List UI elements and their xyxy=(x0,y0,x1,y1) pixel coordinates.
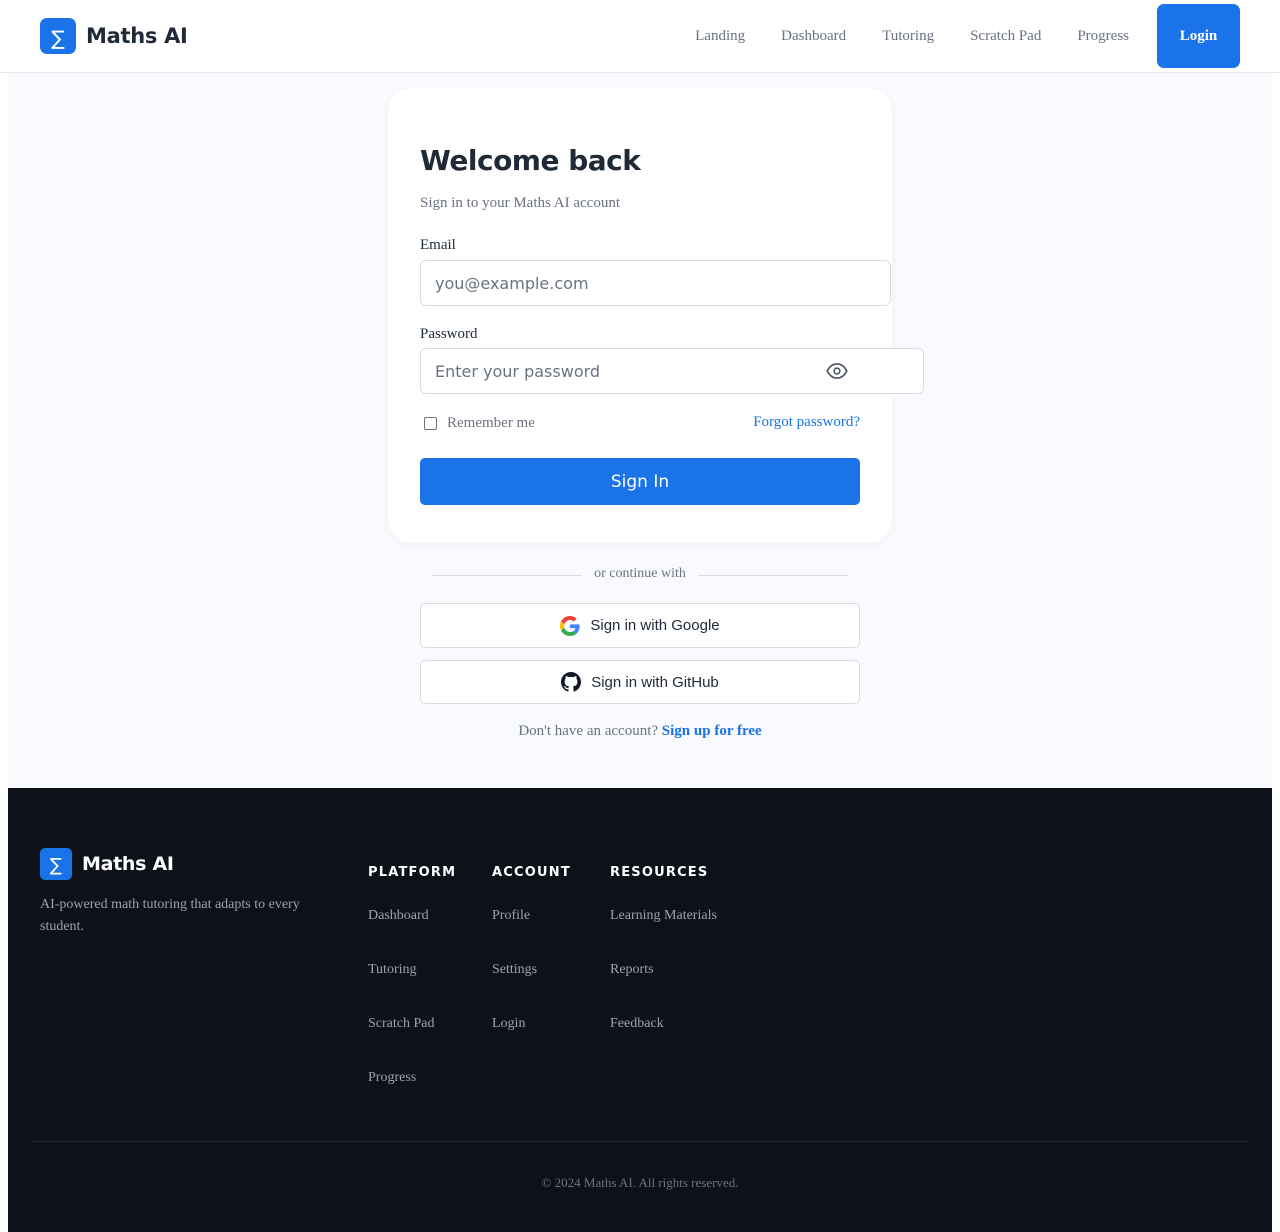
footer-link-login[interactable]: Login xyxy=(492,1016,571,1036)
login-card: Welcome back Sign in to your Maths AI ac… xyxy=(388,88,924,543)
footer-link-feedback[interactable]: Feedback xyxy=(610,1016,717,1036)
github-icon xyxy=(561,672,582,692)
footer-brand-name: Maths AI xyxy=(82,853,174,875)
brand-name: Maths AI xyxy=(86,24,188,48)
footer-link-reports[interactable]: Reports xyxy=(610,962,717,982)
forgot-password-link[interactable]: Forgot password? xyxy=(753,414,860,431)
main-content: Welcome back Sign in to your Maths AI ac… xyxy=(8,73,1272,788)
footer-heading-platform: PLATFORM xyxy=(368,865,457,880)
footer-heading-account: ACCOUNT xyxy=(492,865,571,880)
footer-link-learning-materials[interactable]: Learning Materials xyxy=(610,908,717,928)
brand[interactable]: ∑ Maths AI xyxy=(40,18,188,54)
email-label: Email xyxy=(420,237,456,253)
main-nav: Landing Dashboard Tutoring Scratch Pad P… xyxy=(695,0,1240,72)
divider-text: or continue with xyxy=(594,566,686,581)
footer-link-profile[interactable]: Profile xyxy=(492,908,571,928)
or-divider: or continue with xyxy=(432,566,848,582)
footer-link-scratch-pad[interactable]: Scratch Pad xyxy=(368,1016,456,1036)
password-field[interactable] xyxy=(420,348,924,394)
signup-prompt-text: Don't have an account? xyxy=(518,723,659,739)
site-footer: ∑ Maths AI AI-powered math tutoring that… xyxy=(8,788,1272,1232)
sign-in-button[interactable]: Sign In xyxy=(420,458,860,505)
signup-link[interactable]: Sign up for free xyxy=(662,723,762,739)
login-button[interactable]: Login xyxy=(1157,4,1240,68)
google-icon xyxy=(560,615,580,636)
eye-icon[interactable] xyxy=(826,363,848,379)
footer-heading-resources: RESOURCES xyxy=(610,865,709,880)
page-title: Welcome back xyxy=(420,144,641,177)
nav-link-progress[interactable]: Progress xyxy=(1077,28,1129,45)
footer-brand[interactable]: ∑ Maths AI xyxy=(40,848,174,880)
page-subtitle: Sign in to your Maths AI account xyxy=(420,195,620,211)
footer-divider xyxy=(32,1141,1248,1142)
sigma-logo-icon: ∑ xyxy=(40,18,76,54)
google-signin-button[interactable]: Sign in with Google xyxy=(420,603,860,648)
footer-link-progress[interactable]: Progress xyxy=(368,1070,456,1090)
nav-link-tutoring[interactable]: Tutoring xyxy=(882,28,934,45)
github-signin-button[interactable]: Sign in with GitHub xyxy=(420,660,860,704)
footer-column-account: ACCOUNT Profile Settings Login xyxy=(492,865,571,1036)
github-signin-label: Sign in with GitHub xyxy=(591,673,719,691)
nav-link-scratch-pad[interactable]: Scratch Pad xyxy=(970,28,1041,45)
top-header: ∑ Maths AI Landing Dashboard Tutoring Sc… xyxy=(0,0,1280,73)
footer-sigma-logo-icon: ∑ xyxy=(40,848,72,880)
nav-link-dashboard[interactable]: Dashboard xyxy=(781,28,846,45)
google-signin-label: Sign in with Google xyxy=(590,617,720,634)
remember-me[interactable]: Remember me xyxy=(424,415,535,432)
footer-link-tutoring[interactable]: Tutoring xyxy=(368,962,456,982)
footer-tagline: AI-powered math tutoring that adapts to … xyxy=(40,897,300,934)
footer-column-resources: RESOURCES Learning Materials Reports Fee… xyxy=(610,865,717,1036)
remember-label: Remember me xyxy=(447,415,535,431)
footer-link-dashboard[interactable]: Dashboard xyxy=(368,908,456,928)
copyright: © 2024 Maths AI. All rights reserved. xyxy=(541,1175,739,1190)
email-field[interactable] xyxy=(420,260,891,306)
nav-link-landing[interactable]: Landing xyxy=(695,28,745,45)
footer-column-platform: PLATFORM Dashboard Tutoring Scratch Pad … xyxy=(368,865,456,1090)
remember-checkbox[interactable] xyxy=(424,417,437,430)
signup-prompt: Don't have an account? Sign up for free xyxy=(8,723,1272,740)
password-label: Password xyxy=(420,326,478,342)
footer-link-settings[interactable]: Settings xyxy=(492,962,571,982)
